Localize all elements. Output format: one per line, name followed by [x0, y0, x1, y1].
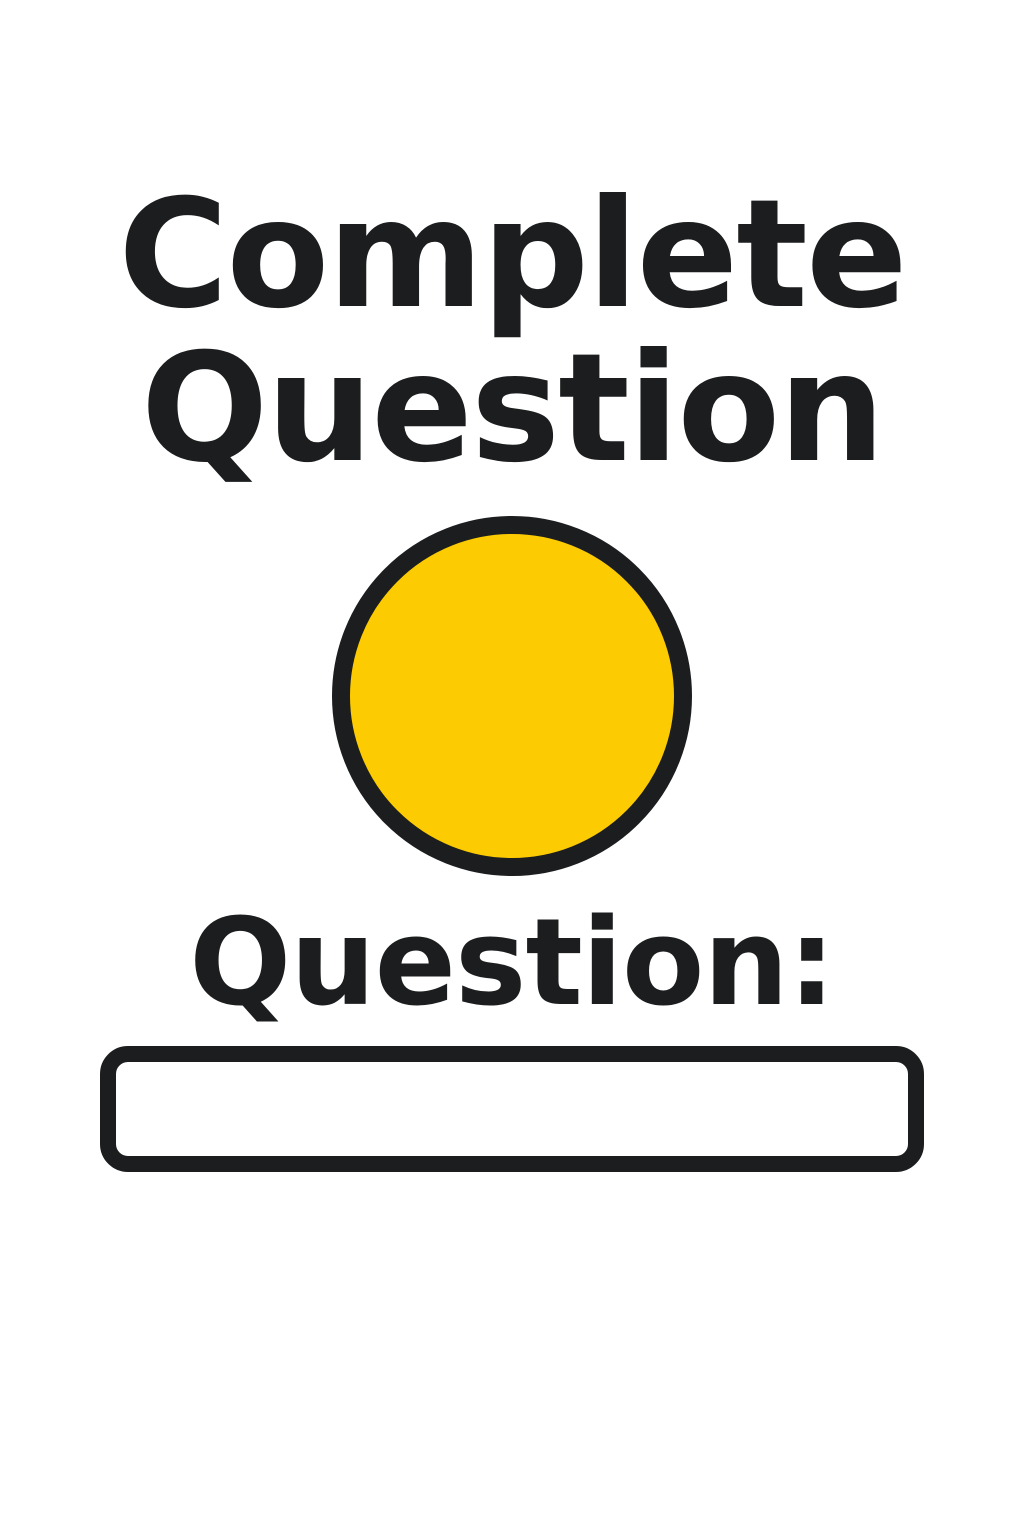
page-title: Complete Question [0, 178, 1024, 486]
question-label: Question: [189, 894, 836, 1033]
page-title-line-2: Question [140, 322, 885, 496]
question-answer-input[interactable] [100, 1046, 924, 1172]
status-indicator-circle [332, 516, 692, 876]
page-title-line-1: Complete [118, 168, 907, 342]
